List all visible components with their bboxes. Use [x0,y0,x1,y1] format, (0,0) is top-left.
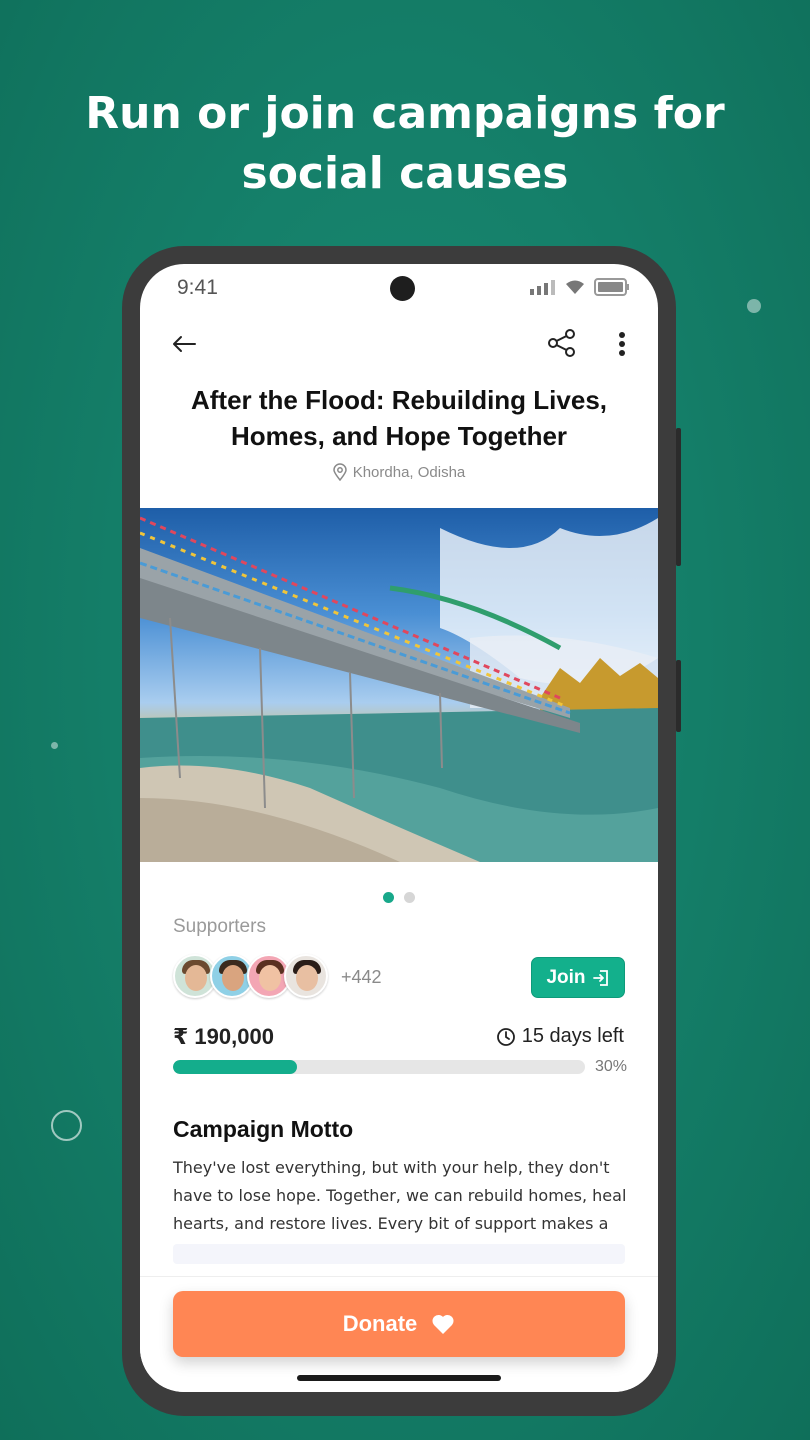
carousel-dot-active[interactable] [383,892,394,903]
heart-icon [432,1314,454,1334]
funding-progress-bar [173,1060,585,1074]
campaign-location: Khordha, Odisha [140,463,658,481]
campaign-photo-illustration [140,516,658,862]
donate-button-label: Donate [342,1311,418,1336]
motto-heading: Campaign Motto [173,1116,354,1142]
status-bar: 9:41 [140,264,658,314]
location-pin-icon [332,463,347,481]
decorative-dot [747,299,761,313]
funding-amount: ₹ 190,000 [173,1024,274,1049]
days-left-text: 15 days left [521,1025,624,1047]
home-indicator[interactable] [297,1375,501,1381]
share-button[interactable] [545,326,579,360]
funding-progress-percent: 30% [594,1058,627,1075]
signal-icon [530,280,555,295]
motto-placeholder-block [173,1244,625,1264]
supporters-extra-count: +442 [341,967,382,987]
supporters-label: Supporters [173,916,266,937]
wifi-icon [566,280,584,294]
clock-icon [496,1027,515,1046]
campaign-title: After the Flood: Rebuilding Lives, Homes… [160,382,638,454]
funding-progress-fill [173,1060,297,1074]
phone-side-button [676,428,681,566]
arrow-left-icon [173,336,196,352]
decorative-ring [51,1110,82,1141]
more-button[interactable] [610,328,634,360]
status-time: 9:41 [177,276,218,299]
campaign-title-line2: Homes, and Hope Together [230,421,568,451]
decorative-dot [51,742,58,749]
location-text: Khordha, Odisha [352,463,466,481]
promo-headline: Run or join campaigns for social causes [0,84,810,204]
days-left: 15 days left [496,1025,624,1048]
phone-screen: 9:41 After the Flood: Rebuilding Lives, … [140,264,658,1392]
status-icons [530,278,630,296]
promo-headline-line2: social causes [241,148,569,199]
share-icon [548,329,575,357]
campaign-title-line1: After the Flood: Rebuilding Lives, [191,385,607,415]
campaign-photo[interactable] [140,508,658,862]
front-camera [390,276,415,301]
more-vertical-icon [619,332,625,356]
join-button-label: Join [546,966,586,988]
top-app-bar [140,324,658,364]
login-icon [592,969,608,986]
carousel-indicator [140,892,658,903]
supporter-avatars[interactable] [173,954,328,998]
carousel-dot[interactable] [404,892,415,903]
promo-headline-line1: Run or join campaigns for [85,88,725,139]
donate-button[interactable]: Donate [173,1291,625,1357]
battery-icon [594,278,629,296]
avatar [284,954,328,998]
phone-side-button [676,660,681,732]
back-button[interactable] [168,328,200,360]
join-button[interactable]: Join [531,957,625,998]
